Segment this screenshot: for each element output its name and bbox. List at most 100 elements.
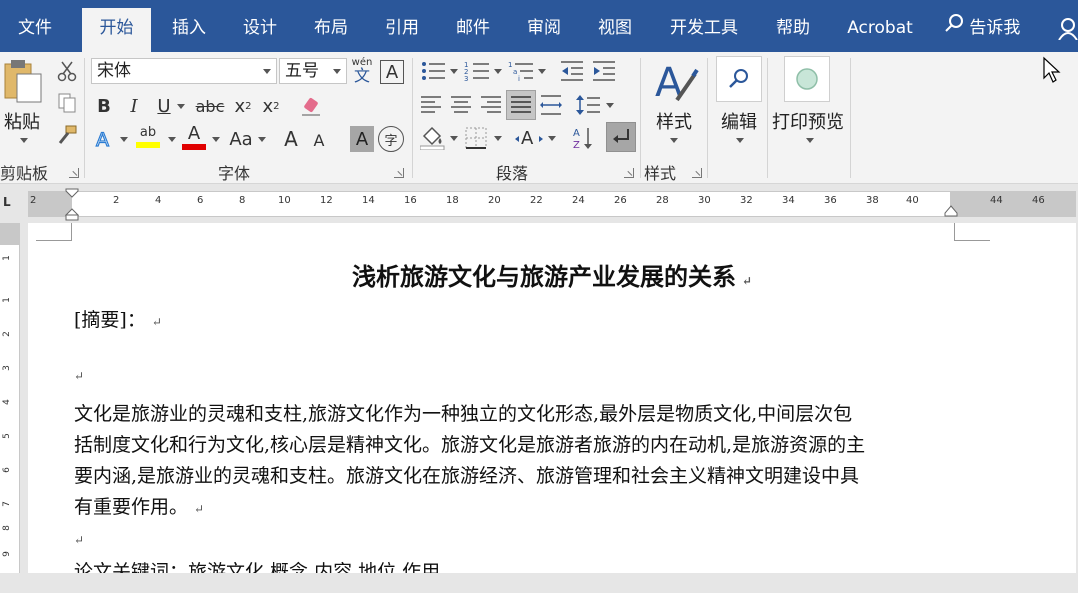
chevron-down-icon[interactable]	[263, 69, 271, 74]
chinese-layout-icon[interactable]: A	[514, 124, 544, 152]
text-effects-icon[interactable]: A	[92, 126, 116, 152]
empty-paragraph[interactable]: ↵	[74, 523, 84, 556]
character-shading-button[interactable]: A	[350, 126, 374, 152]
tab-insert[interactable]: 插入	[164, 8, 214, 52]
borders-icon[interactable]	[462, 124, 490, 152]
font-launcher-icon[interactable]	[394, 168, 404, 178]
italic-button[interactable]: I	[122, 93, 146, 119]
styles-launcher-icon[interactable]	[692, 168, 702, 178]
tab-acrobat[interactable]: Acrobat	[842, 8, 918, 52]
decrease-indent-icon[interactable]	[558, 58, 586, 84]
print-preview-dropdown-icon[interactable]	[806, 138, 814, 143]
show-formatting-marks-icon[interactable]	[606, 122, 636, 152]
character-border-button[interactable]: A	[380, 60, 404, 84]
format-painter-icon[interactable]	[56, 124, 78, 146]
tab-home[interactable]: 开始	[82, 8, 151, 52]
increase-indent-icon[interactable]	[590, 58, 618, 84]
document-title[interactable]: 浅析旅游文化与旅游产业发展的关系 ↵	[28, 257, 1076, 292]
font-color-dropdown-icon[interactable]	[212, 137, 220, 142]
justify-icon[interactable]	[506, 90, 536, 120]
align-right-icon[interactable]	[478, 92, 504, 118]
tab-developer[interactable]: 开发工具	[664, 8, 744, 52]
print-preview-label[interactable]: 打印预览	[772, 108, 844, 134]
strikethrough-button[interactable]: abc	[194, 93, 226, 119]
tab-design[interactable]: 设计	[235, 8, 285, 52]
tab-file[interactable]: 文件	[10, 8, 60, 52]
underline-button[interactable]: U	[152, 93, 176, 119]
borders-dropdown-icon[interactable]	[494, 136, 502, 141]
change-case-button[interactable]: Aa	[224, 126, 258, 152]
find-icon[interactable]	[716, 56, 762, 102]
distributed-icon[interactable]	[538, 92, 564, 118]
paragraph-launcher-icon[interactable]	[624, 168, 634, 178]
line-spacing-icon[interactable]	[574, 92, 602, 118]
font-name-combo[interactable]: 宋体	[91, 58, 277, 84]
align-center-icon[interactable]	[448, 92, 474, 118]
horizontal-scrollbar[interactable]	[0, 573, 1078, 593]
shading-dropdown-icon[interactable]	[450, 136, 458, 141]
abstract-heading[interactable]: [摘要]： ↵	[74, 305, 162, 338]
chinese-layout-dropdown-icon[interactable]	[548, 136, 556, 141]
highlight-button[interactable]: ab	[134, 122, 162, 152]
clear-formatting-icon[interactable]	[298, 93, 324, 119]
tab-references[interactable]: 引用	[377, 8, 427, 52]
styles-icon[interactable]: A	[648, 56, 700, 104]
document-page[interactable]: 浅析旅游文化与旅游产业发展的关系 ↵ [摘要]： ↵ ↵ 文化是旅游业的灵魂和支柱,…	[28, 223, 1076, 573]
copy-icon[interactable]	[56, 92, 78, 114]
bold-button[interactable]: B	[92, 93, 116, 119]
shrink-font-button[interactable]: A	[308, 128, 330, 152]
tab-selector[interactable]: L	[3, 195, 17, 209]
styles-label[interactable]: 样式	[656, 108, 692, 134]
indent-markers-icon[interactable]	[64, 187, 80, 221]
numbering-icon[interactable]: 123	[462, 58, 492, 84]
change-case-dropdown-icon[interactable]	[258, 137, 266, 142]
grow-font-button[interactable]: A	[278, 126, 304, 152]
enclose-characters-button[interactable]: 字	[378, 126, 404, 152]
align-left-icon[interactable]	[418, 92, 444, 118]
vruler-number: 6	[1, 467, 12, 473]
bullets-dropdown-icon[interactable]	[450, 69, 458, 74]
subscript-button[interactable]: x2	[230, 93, 256, 119]
tab-mailings[interactable]: 邮件	[448, 8, 498, 52]
styles-group: A 样式 样式	[642, 52, 706, 184]
clipboard-launcher-icon[interactable]	[69, 168, 79, 178]
font-size-combo[interactable]: 五号	[279, 58, 347, 84]
paste-dropdown-icon[interactable]	[20, 138, 28, 143]
styles-dropdown-icon[interactable]	[670, 138, 678, 143]
user-icon[interactable]	[1058, 18, 1078, 44]
tab-help[interactable]: 帮助	[768, 8, 818, 52]
superscript-button[interactable]: x2	[258, 93, 284, 119]
horizontal-ruler[interactable]: L 2 2 4 6 8 10 12 14 16 18 20 22 24 26 2…	[0, 185, 1078, 223]
highlight-dropdown-icon[interactable]	[168, 137, 176, 142]
superscript-x: x	[262, 95, 274, 117]
editing-label[interactable]: 编辑	[721, 108, 757, 134]
tab-review[interactable]: 审阅	[519, 8, 569, 52]
font-color-button[interactable]: A	[180, 122, 208, 152]
chevron-down-icon[interactable]	[333, 69, 341, 74]
tab-view[interactable]: 视图	[590, 8, 640, 52]
cut-icon[interactable]	[56, 60, 78, 82]
vertical-ruler[interactable]: 1 1 2 3 4 5 6 7 8 9	[0, 223, 20, 573]
multilevel-list-dropdown-icon[interactable]	[538, 69, 546, 74]
ruler-number: 36	[824, 195, 837, 206]
paragraph-mark: ↵	[74, 369, 85, 383]
paste-label[interactable]: 粘贴	[4, 108, 40, 134]
line-spacing-dropdown-icon[interactable]	[606, 103, 614, 108]
right-indent-marker-icon[interactable]	[944, 205, 958, 217]
tab-layout[interactable]: 布局	[306, 8, 356, 52]
print-preview-icon[interactable]	[784, 56, 830, 102]
abstract-body[interactable]: 文化是旅游业的灵魂和支柱,旅游文化作为一种独立的文化形态,最外层是物质文化,中间…	[74, 399, 964, 525]
empty-paragraph[interactable]: ↵	[74, 359, 84, 392]
underline-dropdown-icon[interactable]	[177, 104, 185, 109]
phonetic-guide-button[interactable]: wén 文	[350, 56, 374, 86]
tell-me-box[interactable]: 告诉我	[944, 8, 1020, 48]
paste-icon[interactable]	[0, 58, 46, 104]
multilevel-list-icon[interactable]: 1ai	[506, 58, 536, 84]
bullets-icon[interactable]	[418, 58, 448, 84]
shading-icon[interactable]	[418, 124, 448, 152]
keywords-line[interactable]: 论文关键词：旅游文化 概念 内容 地位 作用	[74, 557, 440, 573]
numbering-dropdown-icon[interactable]	[494, 69, 502, 74]
text-effects-dropdown-icon[interactable]	[120, 137, 128, 142]
sort-icon[interactable]: AZ	[570, 124, 596, 152]
editing-dropdown-icon[interactable]	[736, 138, 744, 143]
